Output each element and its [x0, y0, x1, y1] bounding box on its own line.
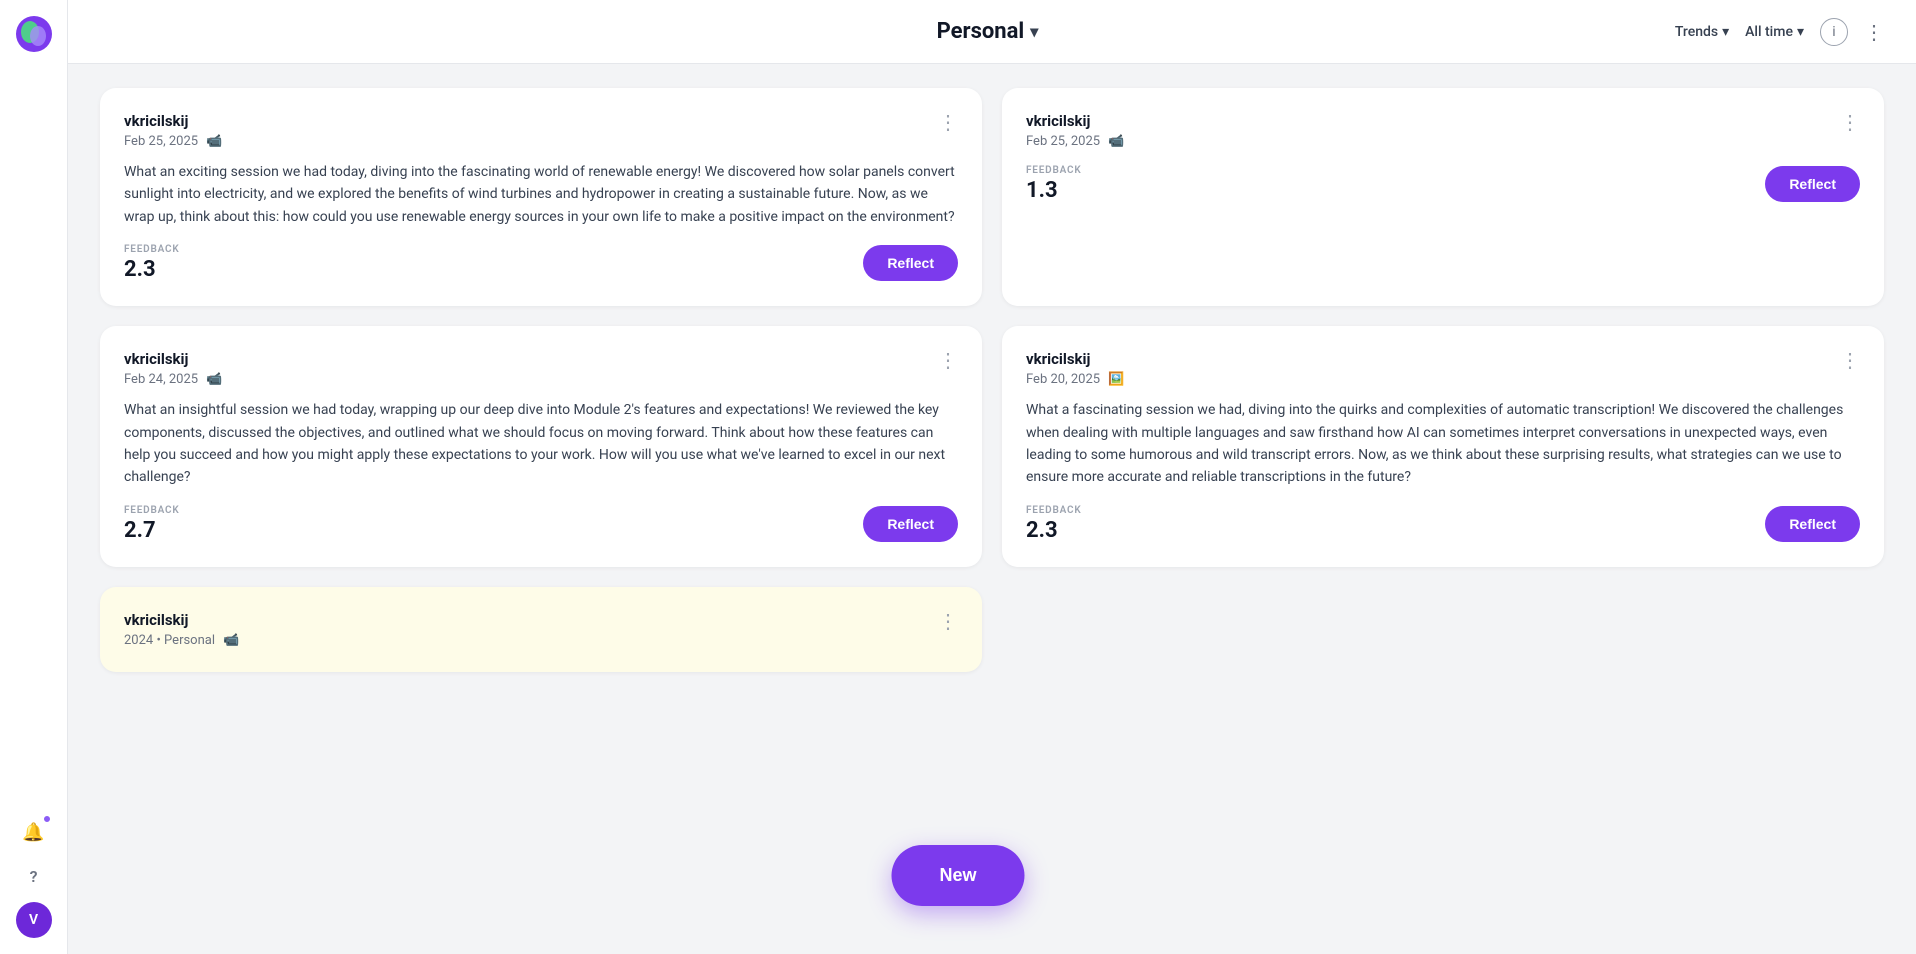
card-username: vkricilskij	[1026, 350, 1124, 368]
reflect-button[interactable]: Reflect	[1765, 506, 1860, 542]
main-content: Personal ▾ Trends ▾ All time ▾ i ⋮ vkric…	[68, 0, 1916, 954]
feedback-label: FEEDBACK	[1026, 505, 1082, 516]
card-meta: vkricilskij Feb 24, 2025 📹	[124, 350, 222, 387]
feedback-label: FEEDBACK	[1026, 165, 1082, 176]
card-meta: vkricilskij 2024 • Personal 📹	[124, 611, 239, 648]
feedback-label: FEEDBACK	[124, 505, 180, 516]
card-username: vkricilskij	[124, 112, 222, 130]
reflect-button[interactable]: Reflect	[1765, 166, 1860, 202]
header: Personal ▾ Trends ▾ All time ▾ i ⋮	[68, 0, 1916, 64]
feedback-value: 2.3	[1026, 518, 1082, 543]
card-more-button[interactable]: ⋮	[1840, 350, 1860, 370]
card-body: What a fascinating session we had, divin…	[1026, 399, 1860, 489]
alltime-dropdown[interactable]: All time ▾	[1745, 24, 1804, 40]
card-header: vkricilskij Feb 20, 2025 🖼️ ⋮	[1026, 350, 1860, 387]
card-meta: vkricilskij Feb 25, 2025 📹	[124, 112, 222, 149]
card-feedback: FEEDBACK 2.3	[124, 244, 180, 282]
session-card: vkricilskij Feb 25, 2025 📹 ⋮ What an exc…	[100, 88, 982, 306]
info-icon[interactable]: i	[1820, 18, 1848, 46]
header-more-icon[interactable]: ⋮	[1864, 20, 1884, 44]
card-more-button[interactable]: ⋮	[938, 350, 958, 370]
trends-chevron-icon: ▾	[1722, 24, 1729, 40]
video-icon: 📹	[206, 372, 222, 387]
card-date: Feb 25, 2025	[124, 134, 198, 149]
card-header: vkricilskij Feb 25, 2025 📹 ⋮	[1026, 112, 1860, 149]
new-button[interactable]: New	[891, 845, 1024, 906]
feedback-value: 2.7	[124, 518, 180, 543]
reflect-button[interactable]: Reflect	[863, 245, 958, 281]
card-date: Feb 25, 2025	[1026, 134, 1100, 149]
video-icon: 📹	[223, 633, 239, 648]
card-header: vkricilskij Feb 25, 2025 📹 ⋮	[124, 112, 958, 149]
trends-dropdown[interactable]: Trends ▾	[1675, 24, 1729, 40]
session-card: vkricilskij Feb 25, 2025 📹 ⋮ FEEDBACK 1.…	[1002, 88, 1884, 306]
help-icon[interactable]: ?	[16, 858, 52, 894]
card-more-button[interactable]: ⋮	[938, 611, 958, 631]
card-feedback: FEEDBACK 2.3	[1026, 505, 1082, 543]
sidebar: 🔔 ? V	[0, 0, 68, 954]
card-date-row: Feb 25, 2025 📹	[124, 134, 222, 149]
user-avatar[interactable]: V	[16, 902, 52, 938]
feedback-value: 2.3	[124, 257, 180, 282]
card-body: What an insightful session we had today,…	[124, 399, 958, 489]
card-date: 2024 • Personal	[124, 633, 215, 648]
image-icon: 🖼️	[1108, 372, 1124, 387]
new-button-container: New	[891, 845, 1024, 906]
workspace-title: Personal	[937, 19, 1025, 44]
card-username: vkricilskij	[124, 350, 222, 368]
card-footer: FEEDBACK 2.7 Reflect	[124, 505, 958, 543]
card-date: Feb 20, 2025	[1026, 372, 1100, 387]
session-card: vkricilskij Feb 24, 2025 📹 ⋮ What an ins…	[100, 326, 982, 567]
card-header: vkricilskij 2024 • Personal 📹 ⋮	[124, 611, 958, 648]
card-username: vkricilskij	[124, 611, 239, 629]
cards-grid: vkricilskij Feb 25, 2025 📹 ⋮ What an exc…	[68, 64, 1916, 954]
card-footer: FEEDBACK 1.3 Reflect	[1026, 165, 1860, 203]
card-meta: vkricilskij Feb 20, 2025 🖼️	[1026, 350, 1124, 387]
card-date-row: 2024 • Personal 📹	[124, 633, 239, 648]
card-more-button[interactable]: ⋮	[938, 112, 958, 132]
card-date-row: Feb 20, 2025 🖼️	[1026, 372, 1124, 387]
card-date-row: Feb 24, 2025 📹	[124, 372, 222, 387]
reflect-button[interactable]: Reflect	[863, 506, 958, 542]
app-logo[interactable]	[16, 16, 52, 52]
alltime-chevron-icon: ▾	[1797, 24, 1804, 40]
video-icon: 📹	[1108, 134, 1124, 149]
feedback-label: FEEDBACK	[124, 244, 180, 255]
session-card-partial: vkricilskij 2024 • Personal 📹 ⋮	[100, 587, 982, 672]
card-meta: vkricilskij Feb 25, 2025 📹	[1026, 112, 1124, 149]
card-more-button[interactable]: ⋮	[1840, 112, 1860, 132]
card-feedback: FEEDBACK 1.3	[1026, 165, 1082, 203]
card-feedback: FEEDBACK 2.7	[124, 505, 180, 543]
card-date: Feb 24, 2025	[124, 372, 198, 387]
card-header: vkricilskij Feb 24, 2025 📹 ⋮	[124, 350, 958, 387]
feedback-value: 1.3	[1026, 178, 1082, 203]
card-date-row: Feb 25, 2025 📹	[1026, 134, 1124, 149]
card-body: What an exciting session we had today, d…	[124, 161, 958, 228]
card-footer: FEEDBACK 2.3 Reflect	[124, 244, 958, 282]
notification-icon[interactable]: 🔔	[16, 814, 52, 850]
trends-label: Trends	[1675, 24, 1718, 40]
video-icon: 📹	[206, 134, 222, 149]
header-title-area: Personal ▾	[937, 19, 1039, 44]
workspace-chevron-icon[interactable]: ▾	[1030, 22, 1038, 41]
session-card: vkricilskij Feb 20, 2025 🖼️ ⋮ What a fas…	[1002, 326, 1884, 567]
alltime-label: All time	[1745, 24, 1793, 40]
card-footer: FEEDBACK 2.3 Reflect	[1026, 505, 1860, 543]
header-actions: Trends ▾ All time ▾ i ⋮	[1675, 18, 1884, 46]
card-username: vkricilskij	[1026, 112, 1124, 130]
